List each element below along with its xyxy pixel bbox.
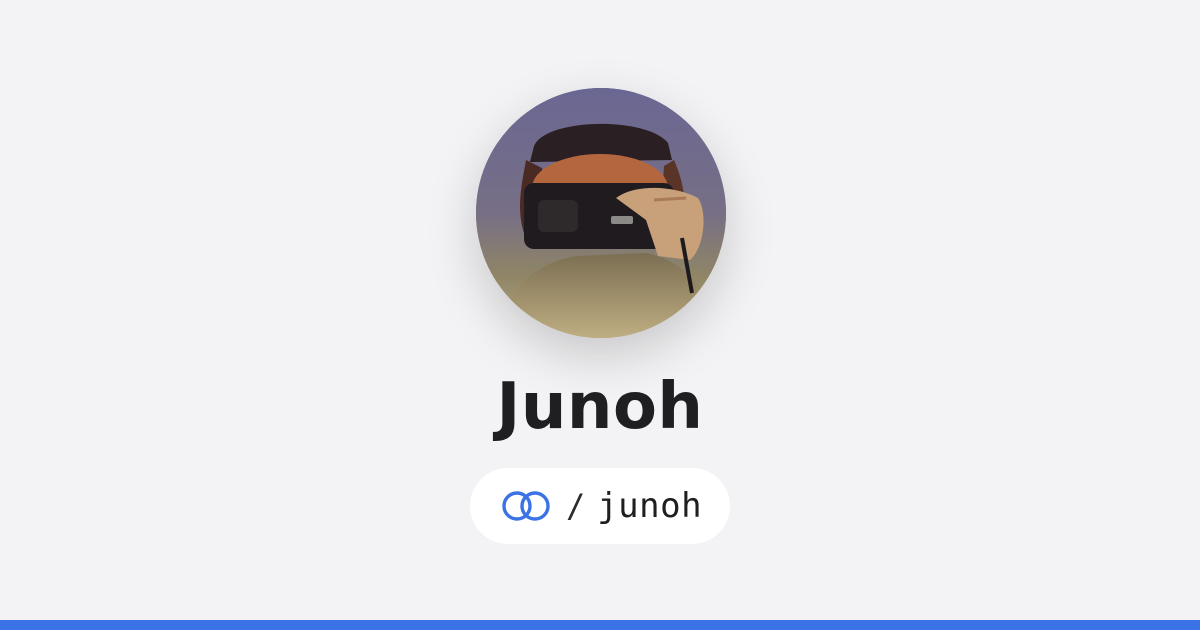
- accent-bar: [0, 620, 1200, 630]
- profile-handle-link[interactable]: / junoh: [470, 468, 730, 544]
- handle-text: junoh: [597, 486, 703, 526]
- display-name: Junoh: [496, 370, 704, 444]
- interlocked-rings-logo-icon: [498, 488, 554, 524]
- avatar[interactable]: [476, 88, 726, 338]
- profile-card: Junoh / junoh: [0, 0, 1200, 620]
- avatar-photo-icon: [476, 88, 726, 338]
- handle-separator: /: [565, 487, 586, 525]
